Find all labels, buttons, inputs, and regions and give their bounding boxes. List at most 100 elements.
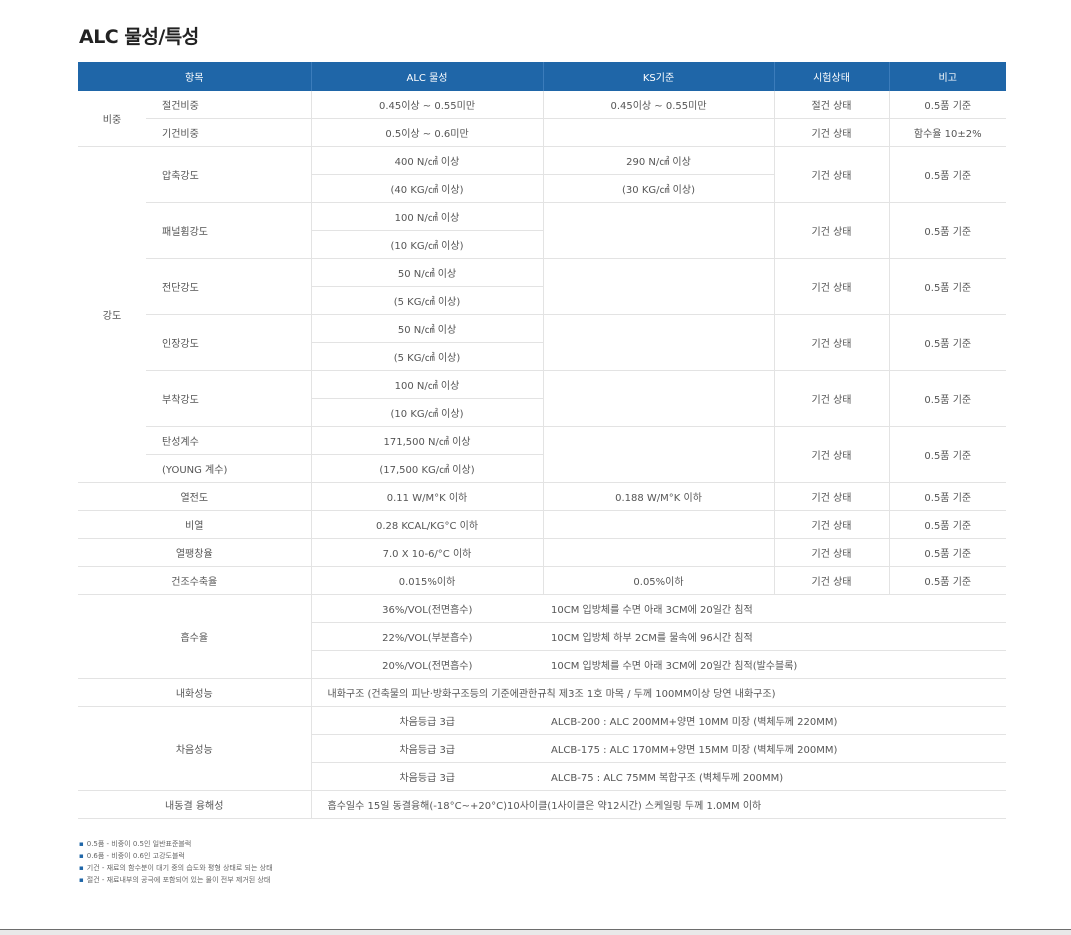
alc-value: (40 KG/㎠ 이상) — [310, 174, 543, 203]
alc-value: (5 KG/㎠ 이상) — [310, 286, 543, 315]
sound-grade: 차음등급 3급 — [310, 734, 543, 763]
ks-value: 0.05%이하 — [542, 566, 774, 595]
table-row: 전단강도 50 N/㎠ 이상 기건 상태 0.5품 기준 — [78, 258, 1006, 315]
ks-value — [542, 510, 774, 539]
footnote-item: ▪ 기건 - 재료의 함수분이 대기 중의 습도와 평형 상태로 되는 상태 — [79, 862, 273, 874]
item-name: 건조수축율 — [78, 566, 311, 595]
alc-value: 50 N/㎠ 이상 — [310, 314, 543, 343]
note-value: 0.5품 기준 — [888, 370, 1006, 427]
header-test-state: 시험상태 — [773, 62, 889, 91]
properties-table: 항목 ALC 물성 KS기준 시험상태 비고 비중 절건비중 0.45이상 ~ … — [78, 62, 1006, 819]
fire-description: 내화구조 (건축물의 피난·방화구조등의 기준에관한규칙 제3조 1호 마목 /… — [310, 678, 1006, 707]
alc-value: 171,500 N/㎠ 이상 — [310, 426, 543, 455]
footnote-item: ▪ 절건 - 재료내부의 공극에 포함되어 있는 물이 전부 제거된 상태 — [79, 874, 273, 886]
ks-value: (30 KG/㎠ 이상) — [542, 174, 774, 203]
alc-value: (17,500 KG/㎠ 이상) — [310, 454, 543, 483]
footnote-item: ▪ 0.6품 - 비중이 0.6인 고강도블럭 — [79, 850, 273, 862]
item-name: 열팽창율 — [78, 538, 311, 567]
item-name: 전단강도 — [146, 258, 311, 315]
test-state: 기건 상태 — [773, 538, 889, 567]
footnote-text: 기건 - 재료의 함수분이 대기 중의 습도와 평형 상태로 되는 상태 — [86, 864, 273, 872]
test-state: 기건 상태 — [773, 482, 889, 511]
absorb-description: 10CM 입방체를 수면 아래 3CM에 20일간 침적(발수블록) — [543, 650, 1006, 679]
item-name: 탄성계수 — [146, 426, 311, 455]
bottom-scrollbar[interactable] — [0, 929, 1071, 935]
note-value: 0.5품 기준 — [888, 426, 1006, 483]
ks-value: 290 N/㎠ 이상 — [542, 146, 774, 175]
header-ks: KS기준 — [542, 62, 774, 91]
alc-value: 22%/VOL(부분흡수) — [310, 622, 543, 651]
note-value: 0.5품 기준 — [888, 91, 1006, 119]
note-value: 0.5품 기준 — [888, 146, 1006, 203]
note-value: 0.5품 기준 — [888, 202, 1006, 259]
table-row: 건조수축율 0.015%이하 0.05%이하 기건 상태 0.5품 기준 — [78, 566, 1006, 595]
header-note: 비고 — [888, 62, 1006, 91]
bullet-icon: ▪ — [79, 840, 84, 848]
table-row: 열전도 0.11 W/M°K 이하 0.188 W/M°K 이하 기건 상태 0… — [78, 482, 1006, 511]
item-name: 차음성능 — [78, 706, 311, 791]
ks-value — [542, 258, 774, 315]
alc-value: 0.11 W/M°K 이하 — [310, 482, 543, 511]
table-row: 인장강도 50 N/㎠ 이상 기건 상태 0.5품 기준 — [78, 314, 1006, 371]
absorb-description: 10CM 입방체를 수면 아래 3CM에 20일간 침적 — [543, 594, 1006, 623]
ks-value — [542, 370, 774, 427]
alc-value: 100 N/㎠ 이상 — [310, 202, 543, 231]
header-alc: ALC 물성 — [310, 62, 543, 91]
freeze-description: 흡수일수 15일 동결융해(-18°C~+20°C)10사이클(1사이클은 약1… — [310, 790, 1006, 819]
ks-value: 0.188 W/M°K 이하 — [542, 482, 774, 511]
item-name: 기건비중 — [146, 118, 311, 147]
table-row: 내동결 융해성 흡수일수 15일 동결융해(-18°C~+20°C)10사이클(… — [78, 790, 1006, 819]
alc-value: 50 N/㎠ 이상 — [310, 258, 543, 287]
absorb-description: 10CM 입방체 하부 2CM를 물속에 96시간 침적 — [543, 622, 1006, 651]
note-value: 0.5품 기준 — [888, 538, 1006, 567]
header-item: 항목 — [78, 62, 311, 91]
ks-value — [542, 538, 774, 567]
table-row: 차음성능 차음등급 3급 ALCB-200 : ALC 200MM+양면 10M… — [78, 706, 1006, 791]
alc-value: 100 N/㎠ 이상 — [310, 370, 543, 399]
alc-value: 0.45이상 ~ 0.55미만 — [310, 91, 543, 119]
item-name: 비열 — [78, 510, 311, 539]
test-state: 기건 상태 — [773, 314, 889, 371]
sound-description: ALCB-75 : ALC 75MM 복합구조 (벽체두께 200MM) — [543, 762, 1006, 791]
item-name: (YOUNG 계수) — [146, 454, 311, 483]
alc-value: 20%/VOL(전면흡수) — [310, 650, 543, 679]
ks-value — [542, 426, 774, 483]
note-value: 0.5품 기준 — [888, 482, 1006, 511]
test-state: 기건 상태 — [773, 426, 889, 483]
bullet-icon: ▪ — [79, 864, 84, 872]
sound-description: ALCB-175 : ALC 170MM+양면 15MM 미장 (벽체두께 20… — [543, 734, 1006, 763]
ks-value: 0.45이상 ~ 0.55미만 — [542, 91, 774, 119]
alc-value: 7.0 X 10-6/°C 이하 — [310, 538, 543, 567]
alc-value: (5 KG/㎠ 이상) — [310, 342, 543, 371]
test-state: 기건 상태 — [773, 118, 889, 147]
footnote-text: 0.6품 - 비중이 0.6인 고강도블럭 — [86, 852, 185, 860]
ks-value — [542, 314, 774, 371]
group-label-strength: 강도 — [78, 146, 146, 483]
item-name: 흡수율 — [78, 594, 311, 679]
table-row: 열팽창율 7.0 X 10-6/°C 이하 기건 상태 0.5품 기준 — [78, 538, 1006, 567]
test-state: 기건 상태 — [773, 510, 889, 539]
alc-value: 400 N/㎠ 이상 — [310, 146, 543, 175]
sound-grade: 차음등급 3급 — [310, 706, 543, 735]
table-row: 흡수율 36%/VOL(전면흡수) 10CM 입방체를 수면 아래 3CM에 2… — [78, 594, 1006, 679]
test-state: 절건 상태 — [773, 91, 889, 119]
table-row: 내화성능 내화구조 (건축물의 피난·방화구조등의 기준에관한규칙 제3조 1호… — [78, 678, 1006, 707]
test-state: 기건 상태 — [773, 258, 889, 315]
item-name: 절건비중 — [146, 91, 311, 119]
item-name: 내화성능 — [78, 678, 311, 707]
note-value: 0.5품 기준 — [888, 510, 1006, 539]
note-value: 0.5품 기준 — [888, 258, 1006, 315]
note-value: 0.5품 기준 — [888, 566, 1006, 595]
sound-grade: 차음등급 3급 — [310, 762, 543, 791]
table-row: 기건비중 0.5이상 ~ 0.6미만 기건 상태 함수율 10±2% — [78, 118, 1006, 147]
table-header-row: 항목 ALC 물성 KS기준 시험상태 비고 — [78, 62, 1006, 91]
item-name: 부착강도 — [146, 370, 311, 427]
table-row: 부착강도 100 N/㎠ 이상 기건 상태 0.5품 기준 — [78, 370, 1006, 427]
alc-value: (10 KG/㎠ 이상) — [310, 398, 543, 427]
alc-value: (10 KG/㎠ 이상) — [310, 230, 543, 259]
item-name: 압축강도 — [146, 146, 311, 203]
footnote-item: ▪ 0.5품 - 비중이 0.5인 일반표준블럭 — [79, 838, 273, 850]
test-state: 기건 상태 — [773, 566, 889, 595]
alc-value: 0.5이상 ~ 0.6미만 — [310, 118, 543, 147]
footnotes: ▪ 0.5품 - 비중이 0.5인 일반표준블럭 ▪ 0.6품 - 비중이 0.6인… — [79, 838, 273, 886]
